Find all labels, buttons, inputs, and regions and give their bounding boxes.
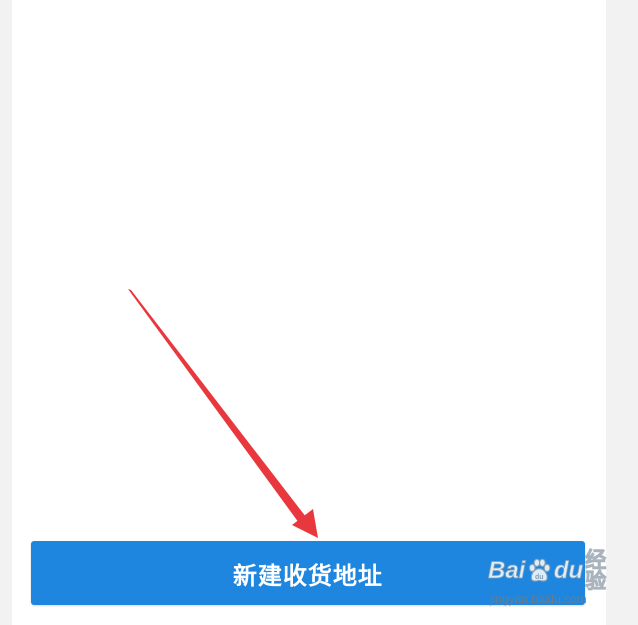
left-gutter [0, 0, 12, 625]
right-gutter [606, 0, 638, 625]
address-list-screen [12, 0, 606, 625]
new-address-button[interactable]: 新建收货地址 [31, 541, 585, 605]
